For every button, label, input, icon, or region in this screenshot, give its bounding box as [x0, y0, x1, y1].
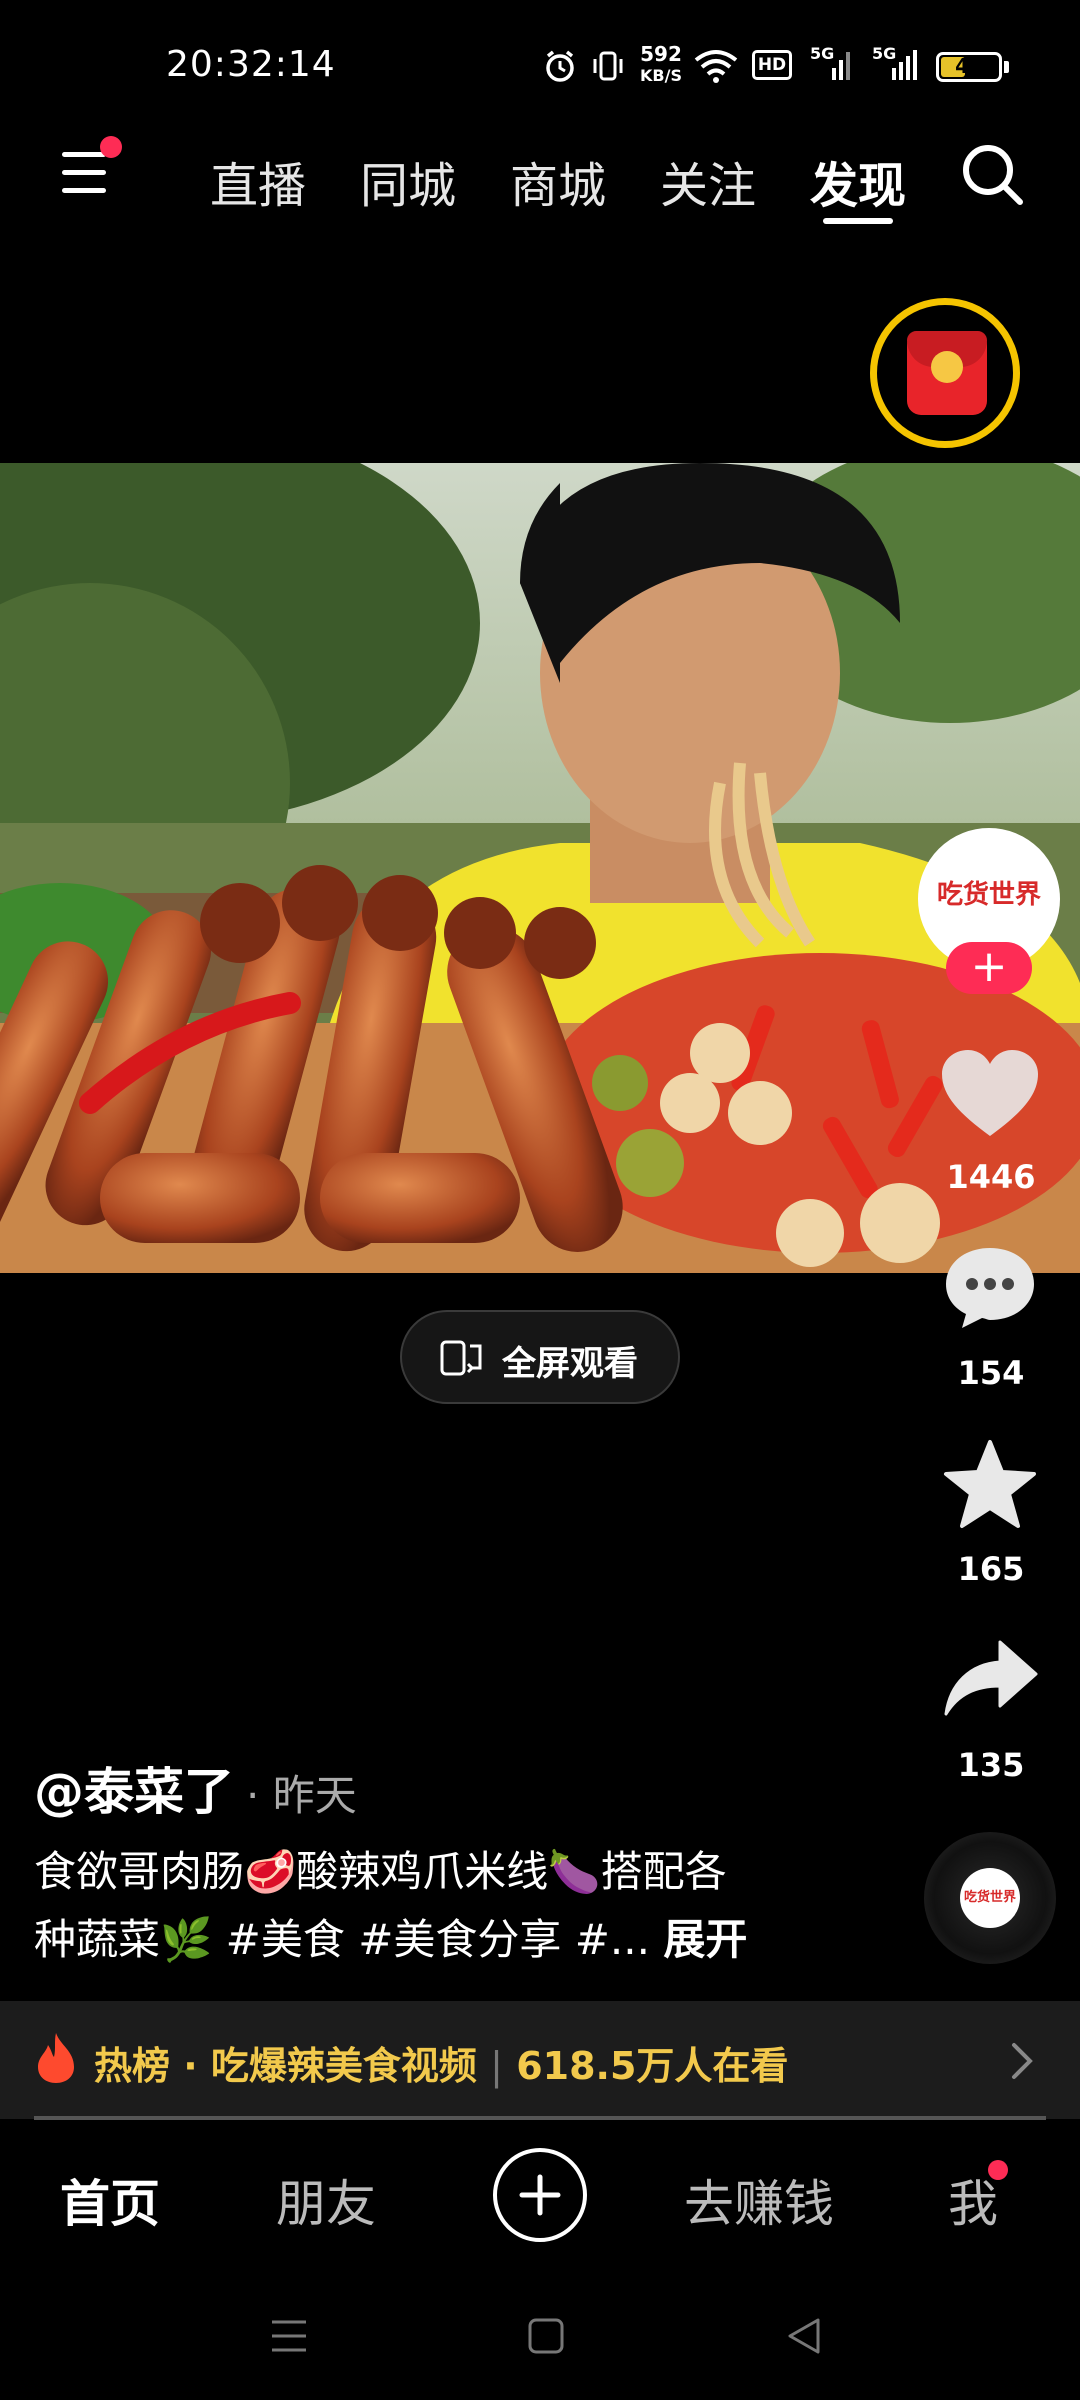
comment-icon[interactable] — [942, 1244, 1038, 1332]
fullscreen-button[interactable]: 全屏观看 — [400, 1310, 680, 1404]
notification-dot — [988, 2160, 1008, 2180]
post-time: · 昨天 — [246, 1771, 357, 1820]
video-thumbnail — [0, 463, 1080, 1273]
tab-following[interactable]: 关注 — [660, 146, 756, 216]
active-tab-indicator — [823, 218, 893, 224]
red-packet-icon — [907, 331, 987, 415]
battery-icon: 40 — [936, 52, 1002, 82]
plus-icon — [519, 2174, 561, 2216]
music-disc[interactable]: 吃货世界 — [924, 1832, 1056, 1964]
tab-nearby[interactable]: 同城 — [360, 146, 456, 216]
tab-earn[interactable]: 去赚钱 — [684, 2164, 834, 2236]
chevron-right-icon — [1012, 2043, 1033, 2079]
flame-icon — [38, 2033, 74, 2083]
rotate-screen-icon — [440, 1340, 482, 1376]
like-count: 1446 — [946, 1158, 1036, 1196]
caption-line-1: 食欲哥肉肠🥩酸辣鸡爪米线🍆搭配各 — [34, 1847, 727, 1896]
search-icon[interactable] — [958, 140, 1028, 210]
video-progress-bar[interactable] — [34, 2116, 1046, 2120]
video-caption[interactable]: 食欲哥肉肠🥩酸辣鸡爪米线🍆搭配各 种蔬菜🌿 #美食 #美食分享 #... 展开 — [34, 1838, 814, 1974]
favorite-star-icon[interactable] — [942, 1438, 1038, 1530]
hot-list-text: 热榜 · 吃爆辣美食视频 | 618.5万人在看 — [94, 2044, 789, 2088]
battery-tip — [1004, 61, 1009, 73]
share-count: 135 — [957, 1746, 1025, 1784]
like-heart-icon[interactable] — [940, 1048, 1040, 1140]
vibrate-icon — [593, 51, 623, 81]
tab-live[interactable]: 直播 — [210, 146, 306, 216]
tab-home[interactable]: 首页 — [60, 2164, 160, 2236]
caption-line-2: 种蔬菜🌿 #美食 #美食分享 #... 展开 — [34, 1915, 748, 1964]
comment-count: 154 — [957, 1354, 1025, 1392]
alarm-icon — [546, 50, 574, 82]
tab-discover[interactable]: 发现 — [810, 146, 906, 216]
status-time: 20:32:14 — [166, 44, 336, 85]
video-player[interactable] — [0, 463, 1080, 1273]
wifi-icon — [694, 50, 738, 83]
hot-list-banner[interactable]: 热榜 · 吃爆辣美食视频 | 618.5万人在看 — [0, 2001, 1080, 2119]
notification-dot — [100, 136, 122, 158]
author-name[interactable]: @泰菜了 — [34, 1752, 234, 1824]
favorite-count: 165 — [957, 1550, 1025, 1588]
tab-mall[interactable]: 商城 — [510, 146, 606, 216]
home-icon[interactable] — [526, 2316, 566, 2356]
red-packet-button[interactable] — [870, 298, 1020, 448]
create-button[interactable] — [493, 2148, 587, 2242]
expand-button[interactable]: 展开 — [663, 1915, 747, 1964]
share-arrow-icon[interactable] — [942, 1638, 1038, 1718]
back-icon[interactable] — [784, 2316, 824, 2356]
fullscreen-label: 全屏观看 — [502, 1344, 638, 1384]
recents-icon[interactable] — [268, 2316, 310, 2356]
net-speed: 592 KB/S — [640, 42, 682, 86]
tab-friends[interactable]: 朋友 — [276, 2164, 376, 2236]
hd-icon: HD — [752, 50, 792, 80]
follow-button[interactable]: + — [946, 942, 1032, 994]
